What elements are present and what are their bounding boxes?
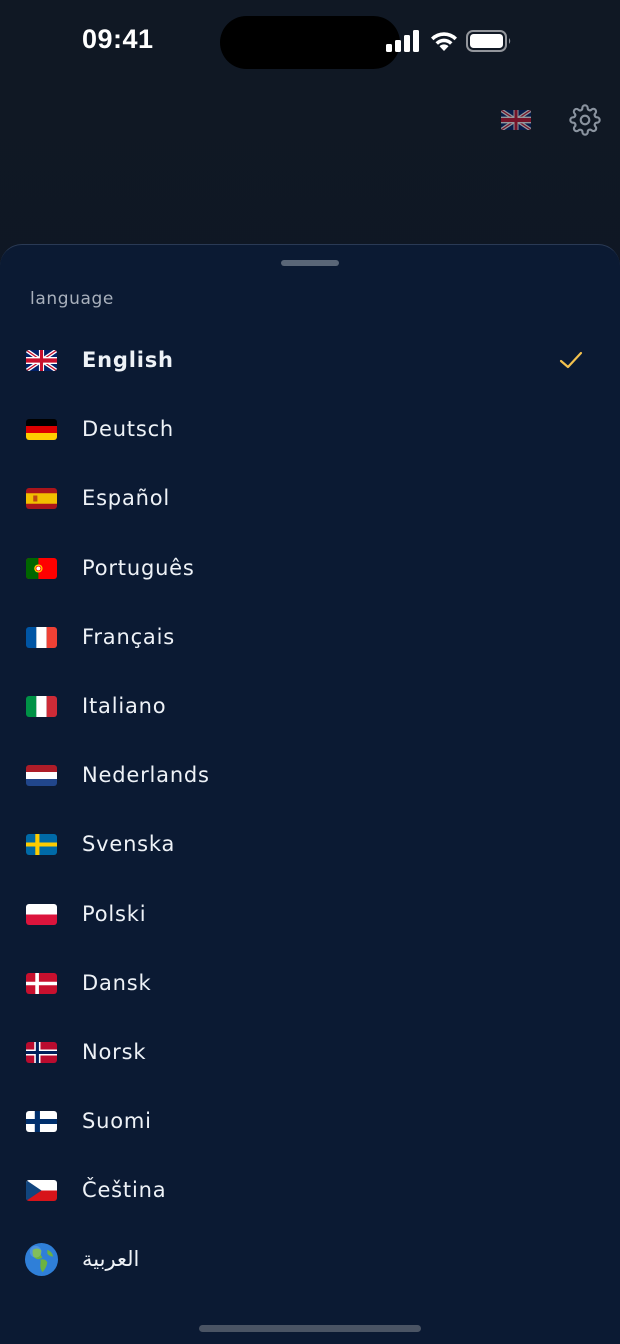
language-option-deutsch[interactable]: Deutsch [0, 395, 620, 464]
language-label: English [82, 348, 174, 372]
language-label: Polski [82, 901, 147, 926]
language-option-norsk[interactable]: Norsk [0, 1018, 620, 1087]
language-label: Italiano [82, 693, 167, 718]
language-option-nederlands[interactable]: Nederlands [0, 741, 620, 810]
status-time: 09:41 [82, 24, 154, 54]
settings-button[interactable] [569, 104, 601, 136]
language-label: Français [82, 624, 175, 649]
globe-icon [24, 1242, 59, 1277]
portugal-flag-icon [26, 557, 57, 579]
language-option-suomi[interactable]: Suomi [0, 1087, 620, 1156]
dynamic-island [220, 16, 400, 69]
spain-flag-icon [26, 488, 57, 510]
language-label: Norsk [82, 1039, 147, 1064]
battery-icon [466, 30, 511, 52]
sheet-title: language [30, 289, 114, 309]
wifi-icon [431, 32, 457, 51]
norway-flag-icon [26, 1041, 57, 1063]
language-label: Español [82, 486, 171, 511]
language-option-cestina[interactable]: Čeština [0, 1156, 620, 1225]
finland-flag-icon [26, 1111, 57, 1133]
uk-flag-icon [26, 350, 57, 371]
italy-flag-icon [26, 695, 57, 717]
app-screen: 09:41 language English Deutsch Español P… [0, 0, 620, 1344]
language-label: Čeština [82, 1178, 167, 1203]
language-list: English Deutsch Español Português França… [0, 326, 620, 1295]
germany-flag-icon [26, 419, 57, 441]
language-label: العربية [82, 1247, 140, 1272]
gear-icon [569, 104, 601, 136]
language-option-portugues[interactable]: Português [0, 534, 620, 603]
language-label: Suomi [82, 1109, 152, 1134]
language-option-english[interactable]: English [0, 326, 620, 395]
czech-flag-icon [26, 1180, 57, 1202]
home-indicator [199, 1325, 421, 1332]
language-option-italiano[interactable]: Italiano [0, 672, 620, 741]
france-flag-icon [26, 626, 57, 648]
checkmark-icon [559, 351, 583, 369]
language-option-arabic[interactable]: العربية [0, 1225, 620, 1294]
sweden-flag-icon [26, 834, 57, 856]
language-label: Deutsch [82, 417, 175, 442]
language-option-francais[interactable]: Français [0, 603, 620, 672]
language-option-svenska[interactable]: Svenska [0, 810, 620, 879]
poland-flag-icon [26, 903, 57, 925]
language-label: Nederlands [82, 763, 210, 788]
current-language-button[interactable] [501, 110, 531, 130]
sheet-grabber[interactable] [281, 260, 339, 266]
netherlands-flag-icon [26, 765, 57, 787]
language-option-polski[interactable]: Polski [0, 880, 620, 949]
language-option-dansk[interactable]: Dansk [0, 949, 620, 1018]
denmark-flag-icon [26, 972, 57, 994]
language-option-espanol[interactable]: Español [0, 464, 620, 533]
language-label: Português [82, 555, 195, 580]
cellular-signal-icon [386, 30, 419, 52]
language-sheet: language English Deutsch Español Portugu… [0, 244, 620, 1344]
language-label: Svenska [82, 832, 176, 857]
uk-flag-icon [501, 110, 531, 130]
language-label: Dansk [82, 970, 152, 995]
